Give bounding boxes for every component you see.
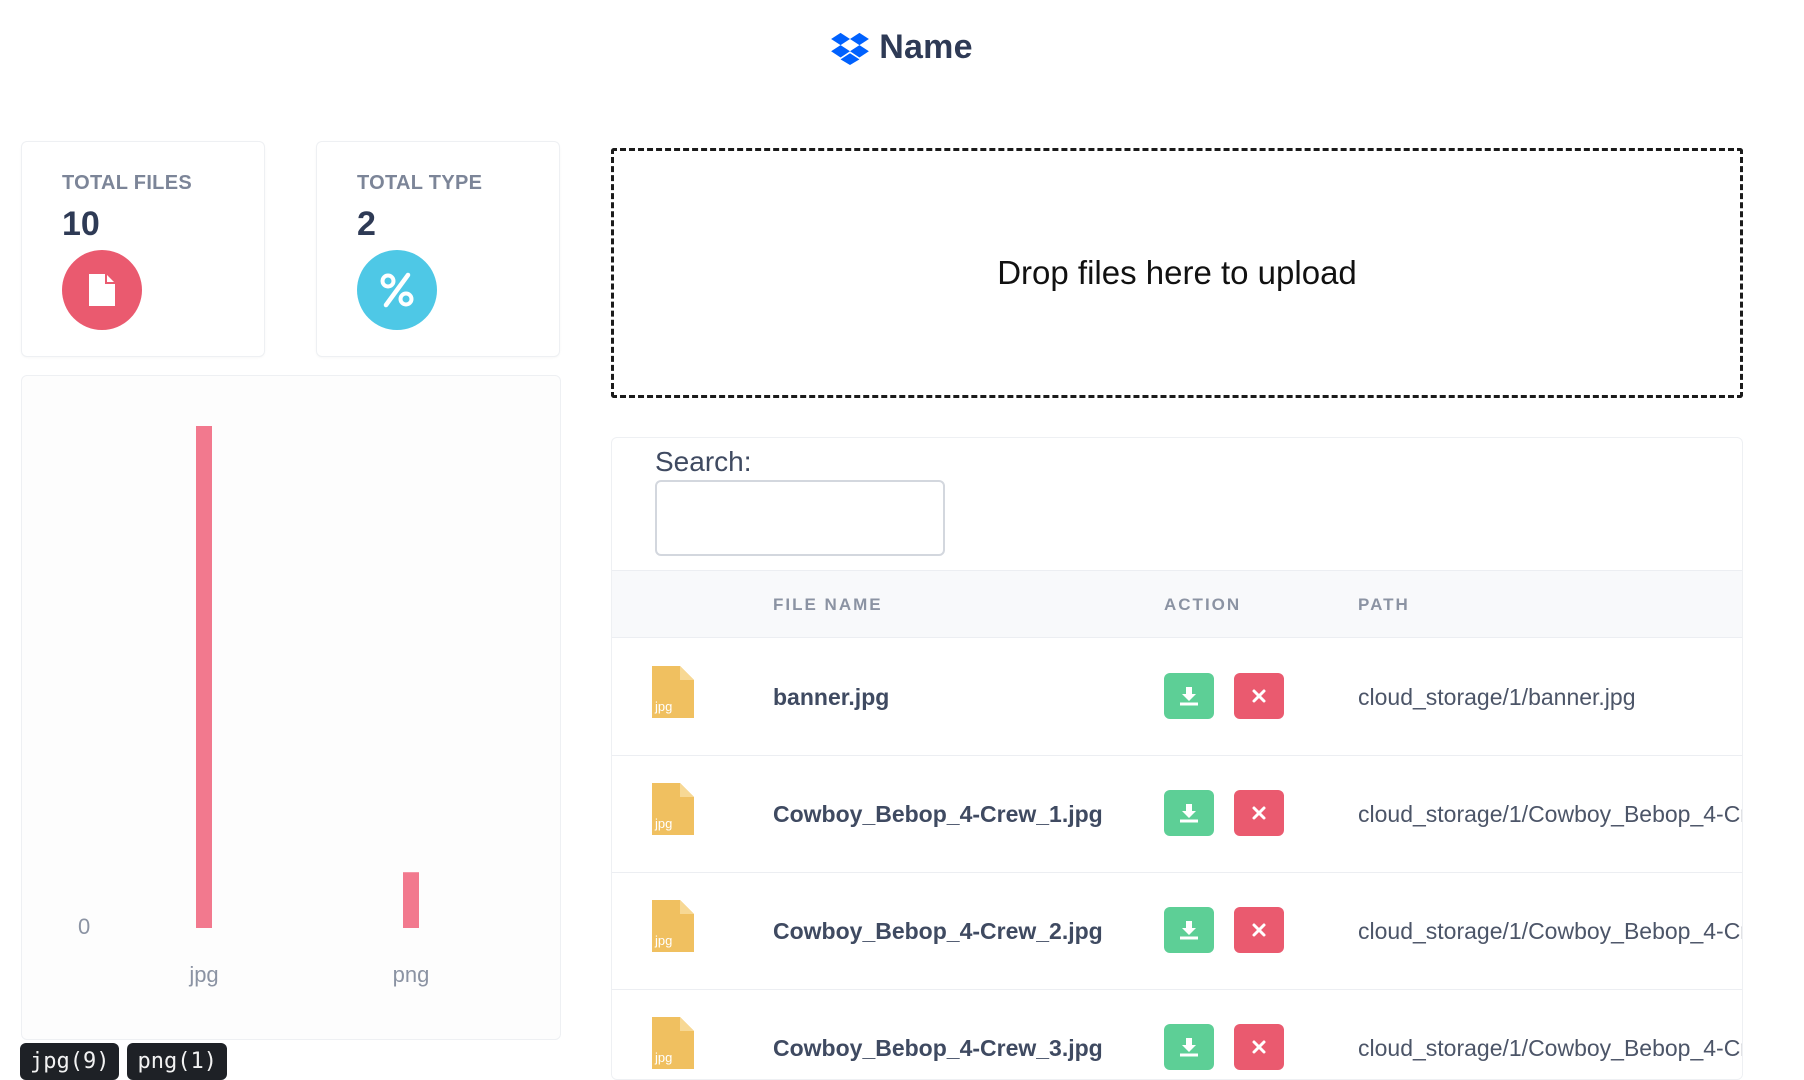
download-icon: [1180, 921, 1198, 940]
chart-legend: jpg(9) png(1): [20, 1043, 227, 1080]
page-header: Name: [0, 28, 1804, 67]
total-files-card: TOTAL FILES 10: [21, 141, 265, 357]
download-button[interactable]: [1164, 673, 1214, 719]
x-tick-label-png: png: [393, 962, 430, 987]
files-table-card: Search: FILE NAME ACTION PATH jpg banner.…: [611, 437, 1743, 1080]
file-name[interactable]: Cowboy_Bebop_4-Crew_1.jpg: [773, 801, 1103, 828]
total-files-label: TOTAL FILES: [62, 172, 192, 194]
close-icon: [1252, 1040, 1266, 1054]
dropbox-icon: [831, 32, 870, 65]
bar-png: [403, 872, 419, 928]
download-icon: [1180, 804, 1198, 823]
file-icon-label: jpg: [654, 933, 672, 948]
file-name[interactable]: Cowboy_Bebop_4-Crew_2.jpg: [773, 918, 1103, 945]
delete-button[interactable]: [1234, 1024, 1284, 1070]
table-header: FILE NAME ACTION PATH: [612, 570, 1742, 638]
download-icon: [1180, 687, 1198, 706]
total-files-value: 10: [62, 205, 100, 243]
file-path: cloud_storage/1/banner.jpg: [1358, 684, 1636, 710]
bar-jpg: [196, 426, 212, 928]
file-path: cloud_storage/1/Cowboy_Bebop_4-Crew_1.jp…: [1358, 801, 1742, 827]
file-icon-label: jpg: [654, 699, 672, 714]
jpg-file-icon: jpg: [652, 1017, 694, 1069]
bar-chart: 0 jpg png: [78, 426, 430, 987]
column-header-path[interactable]: PATH: [1358, 595, 1410, 615]
total-type-label: TOTAL TYPE: [357, 172, 483, 194]
upload-dropzone[interactable]: Drop files here to upload: [611, 148, 1743, 398]
file-icon: [89, 274, 115, 306]
table-row: jpg Cowboy_Bebop_4-Crew_2.jpg cloud_storag…: [612, 873, 1742, 990]
legend-tag-png: png(1): [127, 1043, 227, 1080]
y-tick-label: 0: [78, 914, 90, 939]
file-path: cloud_storage/1/Cowboy_Bebop_4-Crew_2.jp…: [1358, 918, 1742, 944]
download-button[interactable]: [1164, 907, 1214, 953]
delete-button[interactable]: [1234, 790, 1284, 836]
file-name[interactable]: banner.jpg: [773, 684, 889, 711]
table-row: jpg Cowboy_Bebop_4-Crew_1.jpg cloud_storag…: [612, 756, 1742, 873]
total-type-card: TOTAL TYPE 2: [316, 141, 560, 357]
percent-icon: [380, 272, 414, 308]
close-icon: [1252, 806, 1266, 820]
close-icon: [1252, 923, 1266, 937]
download-button[interactable]: [1164, 1024, 1214, 1070]
total-type-value: 2: [357, 205, 376, 243]
column-header-file-name[interactable]: FILE NAME: [773, 595, 883, 615]
close-icon: [1252, 689, 1266, 703]
page-title: Name: [879, 28, 973, 66]
jpg-file-icon: jpg: [652, 900, 694, 952]
delete-button[interactable]: [1234, 907, 1284, 953]
x-tick-label-jpg: jpg: [188, 962, 218, 987]
total-files-badge: [62, 250, 142, 330]
delete-button[interactable]: [1234, 673, 1284, 719]
file-icon-label: jpg: [654, 1050, 672, 1065]
total-type-badge: [357, 250, 437, 330]
download-button[interactable]: [1164, 790, 1214, 836]
file-name[interactable]: Cowboy_Bebop_4-Crew_3.jpg: [773, 1035, 1103, 1062]
search-input[interactable]: [655, 480, 945, 556]
file-type-chart: 0 jpg png: [21, 375, 561, 1040]
table-row: jpg Cowboy_Bebop_4-Crew_3.jpg cloud_storag…: [612, 990, 1742, 1079]
download-icon: [1180, 1038, 1198, 1057]
dropzone-text: Drop files here to upload: [997, 254, 1357, 291]
jpg-file-icon: jpg: [652, 666, 694, 718]
file-path: cloud_storage/1/Cowboy_Bebop_4-Crew_3.jp…: [1358, 1035, 1742, 1061]
legend-tag-jpg: jpg(9): [20, 1043, 120, 1080]
file-icon-label: jpg: [654, 816, 672, 831]
search-label: Search:: [655, 446, 752, 477]
table-row: jpg banner.jpg cloud_storage/1/banner.jpg: [612, 639, 1742, 756]
column-header-action: ACTION: [1164, 595, 1242, 614]
jpg-file-icon: jpg: [652, 783, 694, 835]
